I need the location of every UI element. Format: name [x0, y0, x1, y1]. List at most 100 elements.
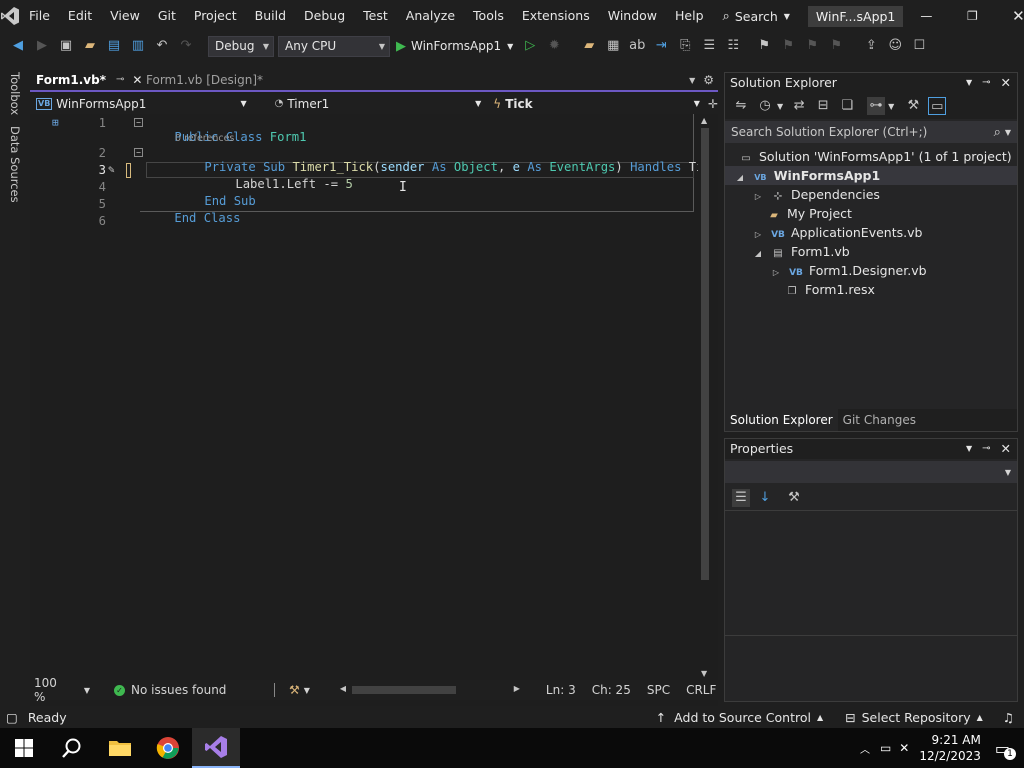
- pin-icon[interactable]: ⊸: [116, 70, 124, 90]
- scrollbar-thumb[interactable]: [701, 128, 709, 580]
- object-selector-dropdown[interactable]: ▼: [725, 461, 1017, 483]
- collapse-all-icon[interactable]: ⊟: [814, 97, 832, 115]
- menu-git[interactable]: Git: [149, 0, 185, 32]
- back-icon[interactable]: ◀: [9, 37, 27, 55]
- bookmark-next-icon[interactable]: ⚑: [803, 37, 821, 55]
- taskbar-search-button[interactable]: [48, 728, 96, 768]
- solution-name-badge[interactable]: WinF...sApp1: [807, 5, 904, 27]
- scroll-down-icon[interactable]: ▼: [701, 669, 707, 678]
- tree-item-solution[interactable]: ▭ Solution 'WinFormsApp1' (1 of 1 projec…: [737, 147, 1011, 166]
- line-indicator[interactable]: Ln: 3: [546, 683, 576, 697]
- notifications-bell-icon[interactable]: ♫: [1003, 710, 1014, 725]
- bookmark-icon[interactable]: ⚑: [755, 37, 773, 55]
- tree-item-project[interactable]: ◢ VB WinFormsApp1: [725, 166, 1017, 185]
- line-ending-indicator[interactable]: CRLF: [686, 683, 716, 697]
- collapsed-arrow-icon[interactable]: ▷: [751, 187, 765, 206]
- uncomment-icon[interactable]: ☷: [724, 37, 742, 55]
- notification-center-button[interactable]: ▭ 1: [995, 739, 1016, 760]
- chevron-down-icon[interactable]: ▼: [1005, 128, 1011, 137]
- alphabetical-icon[interactable]: ↓: [756, 489, 774, 507]
- chrome-button[interactable]: [144, 728, 192, 768]
- forward-icon[interactable]: ▶: [33, 37, 51, 55]
- property-pages-icon[interactable]: ⚒: [785, 489, 803, 507]
- chevron-down-icon[interactable]: ▼: [777, 102, 783, 111]
- select-repository-button[interactable]: ⊟ Select Repository ▲: [845, 710, 983, 725]
- hot-reload-icon[interactable]: ✹: [545, 37, 563, 55]
- maximize-button[interactable]: ❐: [949, 9, 995, 23]
- pin-icon[interactable]: ⊸: [982, 73, 990, 93]
- open-folder-icon[interactable]: ▰: [81, 37, 99, 55]
- scroll-up-icon[interactable]: ▲: [701, 116, 707, 125]
- vertical-scrollbar[interactable]: ▲ ▼: [698, 114, 712, 680]
- show-hidden-icons-icon[interactable]: ︿: [860, 741, 870, 756]
- feedback-icon[interactable]: ☐: [910, 37, 928, 55]
- collapsed-arrow-icon[interactable]: ▷: [769, 263, 783, 282]
- start-without-debugging-icon[interactable]: ▷: [521, 37, 539, 55]
- solution-search-box[interactable]: Search Solution Explorer (Ctrl+;) ⌕ ▼: [725, 121, 1017, 143]
- horizontal-scrollbar[interactable]: ◀ ▶: [340, 683, 520, 697]
- codelens-references[interactable]: 0 references: [175, 133, 234, 144]
- split-editor-icon[interactable]: ✛: [708, 97, 718, 111]
- code-text-area[interactable]: ⊞ 1 2 3 4 5 6 ✎ − − Public Class Form1 0…: [30, 114, 703, 680]
- copy-icon[interactable]: ⎘: [676, 37, 694, 55]
- menu-project[interactable]: Project: [185, 0, 246, 32]
- layout-icon[interactable]: ▦: [604, 37, 622, 55]
- bookmark-clear-icon[interactable]: ⚑: [827, 37, 845, 55]
- menu-test[interactable]: Test: [354, 0, 397, 32]
- show-all-files-icon[interactable]: ❏: [838, 97, 856, 115]
- close-panel-icon[interactable]: ✕: [1001, 73, 1011, 93]
- chevron-down-icon[interactable]: ▼: [304, 686, 310, 695]
- clock[interactable]: 9:21 AM 12/2/2023: [919, 732, 981, 764]
- minimize-button[interactable]: —: [903, 9, 949, 23]
- preview-icon[interactable]: ▭: [928, 97, 947, 115]
- menu-help[interactable]: Help: [666, 0, 713, 32]
- volume-muted-icon[interactable]: ✕: [899, 741, 909, 755]
- properties-wrench-icon[interactable]: ⚒: [904, 97, 922, 115]
- data-sources-tab[interactable]: Data Sources: [8, 126, 22, 203]
- start-debugging-button[interactable]: ▶ WinFormsApp1 ▼: [396, 39, 513, 54]
- menu-build[interactable]: Build: [246, 0, 295, 32]
- sync-icon[interactable]: ⇄: [790, 97, 808, 115]
- platform-dropdown[interactable]: Any CPU ▼: [278, 35, 390, 57]
- menu-window[interactable]: Window: [599, 0, 666, 32]
- expanded-arrow-icon[interactable]: ◢: [733, 168, 747, 187]
- menu-tools[interactable]: Tools: [464, 0, 513, 32]
- visual-studio-taskbar-button[interactable]: [192, 728, 240, 768]
- tab-form1-design[interactable]: Form1.vb [Design]*: [140, 70, 285, 90]
- undo-icon[interactable]: ↶: [153, 37, 171, 55]
- history-icon[interactable]: ◷: [756, 97, 774, 115]
- tree-item-form1[interactable]: ◢ ▤ Form1.vb: [751, 242, 850, 261]
- person-icon[interactable]: ☺: [886, 37, 904, 55]
- output-icon[interactable]: ▢: [6, 710, 18, 725]
- tree-item-form1-designer[interactable]: ▷ VB Form1.Designer.vb: [769, 261, 927, 280]
- file-explorer-button[interactable]: [96, 728, 144, 768]
- start-button[interactable]: [0, 728, 48, 768]
- scroll-right-icon[interactable]: ▶: [514, 684, 520, 693]
- quick-actions-icon[interactable]: ✎: [108, 163, 115, 176]
- close-panel-icon[interactable]: ✕: [1001, 439, 1011, 459]
- redo-icon[interactable]: ↷: [177, 37, 195, 55]
- spacing-indicator[interactable]: SPC: [647, 683, 670, 697]
- zoom-dropdown[interactable]: 100 % ▼: [30, 676, 90, 704]
- tree-item-application-events[interactable]: ▷ VB ApplicationEvents.vb: [751, 223, 923, 242]
- tree-item-my-project[interactable]: ▰ My Project: [765, 204, 852, 223]
- new-project-icon[interactable]: ▣: [57, 37, 75, 55]
- menu-edit[interactable]: Edit: [59, 0, 101, 32]
- tab-solution-explorer[interactable]: Solution Explorer: [725, 409, 838, 431]
- tree-item-form1-resx[interactable]: ❐ Form1.resx: [783, 280, 875, 299]
- menu-analyze[interactable]: Analyze: [397, 0, 464, 32]
- project-dropdown[interactable]: VB WinFormsApp1 ▼: [32, 95, 251, 113]
- configuration-dropdown[interactable]: Debug ▼: [208, 35, 274, 57]
- menu-debug[interactable]: Debug: [295, 0, 354, 32]
- menu-file[interactable]: File: [20, 0, 59, 32]
- expanded-arrow-icon[interactable]: ◢: [751, 244, 765, 263]
- member-dropdown[interactable]: ϟ Tick ▼: [489, 95, 704, 113]
- comment-icon[interactable]: ☰: [700, 37, 718, 55]
- step-icon[interactable]: ⇥: [652, 37, 670, 55]
- object-dropdown[interactable]: ◔ Timer1 ▼: [271, 95, 486, 113]
- brush-icon[interactable]: ⚒: [289, 683, 300, 697]
- column-indicator[interactable]: Ch: 25: [592, 683, 631, 697]
- search-button[interactable]: ⌕ Search ▼: [723, 9, 790, 24]
- menu-extensions[interactable]: Extensions: [513, 0, 599, 32]
- tree-item-dependencies[interactable]: ▷ ⊹ Dependencies: [751, 185, 880, 204]
